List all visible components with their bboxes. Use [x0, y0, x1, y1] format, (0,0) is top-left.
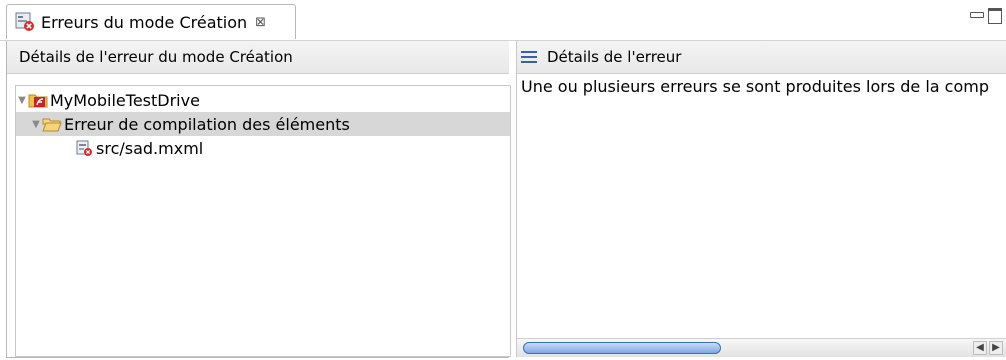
left-panel-header: Détails de l'erreur du mode Création [7, 41, 509, 74]
error-view-icon [15, 12, 35, 32]
tree-item-project[interactable]: ▼ MyMobileTestDrive [16, 88, 510, 112]
right-panel-title: Détails de l'erreur [547, 48, 682, 66]
close-icon[interactable]: ⊠ [255, 15, 266, 30]
minimize-icon[interactable] [970, 12, 984, 18]
tree-item-compile-error[interactable]: ▼ Erreur de compilation des éléments [16, 112, 510, 136]
error-details-text: Une ou plusieurs erreurs se sont produit… [521, 77, 989, 96]
tab-design-mode-errors[interactable]: Erreurs du mode Création ⊠ [6, 4, 296, 39]
maximize-icon[interactable] [988, 8, 1002, 24]
menu-lines-icon [521, 51, 537, 63]
tree-item-label: src/sad.mxml [96, 138, 204, 158]
tree-item-label: Erreur de compilation des éléments [64, 114, 350, 134]
tree-item-file[interactable]: src/sad.mxml [16, 136, 510, 160]
expand-triangle-icon[interactable]: ▼ [16, 95, 28, 106]
horizontal-scrollbar[interactable]: ◀ ▶ [517, 338, 1006, 357]
error-tree[interactable]: ▼ MyMobileTestDrive ▼ Erreur de compilat… [15, 85, 511, 357]
view-tab-bar: Erreurs du mode Création ⊠ [0, 0, 1006, 41]
tab-title: Erreurs du mode Création [41, 12, 248, 32]
error-tree-panel: Détails de l'erreur du mode Création ▼ M… [6, 41, 511, 358]
window-controls [970, 8, 1002, 24]
scrollbar-thumb[interactable] [523, 342, 721, 354]
flex-project-folder-icon [28, 92, 48, 108]
right-panel-header: Détails de l'erreur [517, 41, 1006, 74]
error-details-panel: Détails de l'erreur Une ou plusieurs err… [516, 41, 1006, 357]
open-folder-icon [42, 116, 62, 132]
scroll-right-icon[interactable]: ▶ [989, 341, 1003, 355]
tree-item-label: MyMobileTestDrive [50, 90, 200, 110]
scroll-arrows: ◀ ▶ [973, 341, 1003, 355]
mxml-error-file-icon [74, 140, 94, 156]
scroll-left-icon[interactable]: ◀ [973, 341, 987, 355]
expand-triangle-icon[interactable]: ▼ [30, 119, 42, 130]
